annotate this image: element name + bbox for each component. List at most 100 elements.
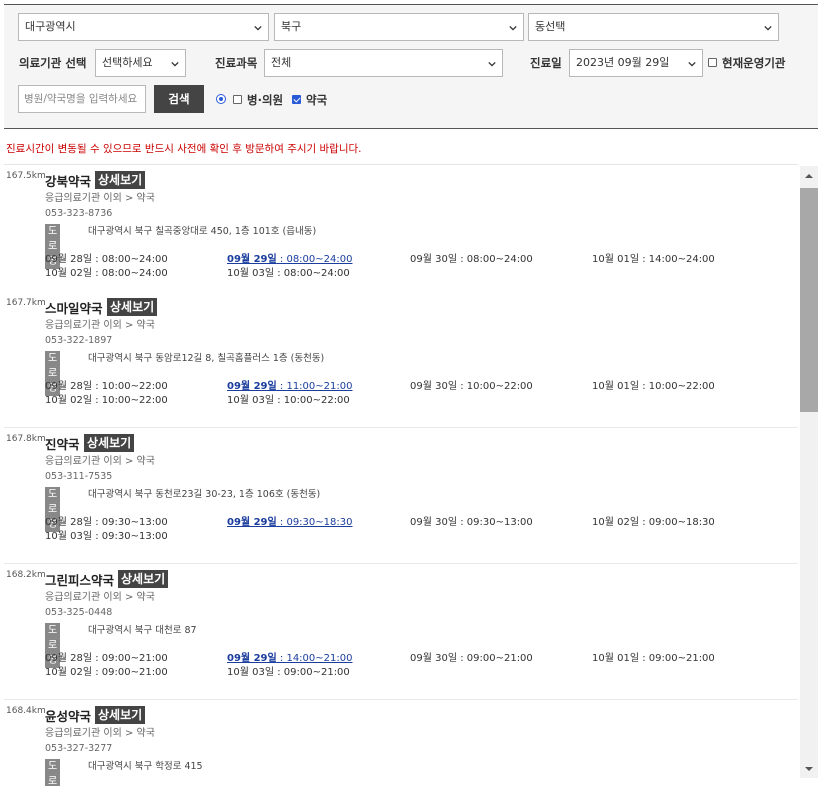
detail-button[interactable]: 상세보기	[84, 434, 135, 452]
hours-time: 08:00~24:00	[101, 268, 168, 279]
hours-time: 10:00~22:00	[648, 381, 715, 392]
distance-label: 168.4km	[6, 706, 48, 717]
day-hours: 09월 28일 : 10:00~22:00	[45, 380, 168, 393]
detail-button[interactable]: 상세보기	[107, 298, 158, 316]
hours-separator: :	[276, 381, 287, 392]
day-hours: 10월 01일 : 09:00~21:00	[592, 652, 715, 665]
hours-day: 10월 01일	[592, 254, 640, 265]
hours-separator: :	[274, 268, 284, 279]
day-hours: 10월 01일 : 10:00~22:00	[592, 380, 715, 393]
detail-button[interactable]: 상세보기	[118, 570, 169, 588]
date-select[interactable]: 2023년 09월 29일	[569, 49, 703, 77]
hours-separator: :	[276, 653, 287, 664]
category-path: 응급의료기관 이외 > 약국	[45, 728, 155, 739]
name-search-input[interactable]: 병원/약국명을 입력하세요	[18, 85, 146, 113]
filter-panel: 대구광역시 북구 동선택 의료기관 선택 선택하세요 진료과목 전체 진료일 2…	[4, 5, 818, 129]
date-select-value: 2023년 09월 29일	[576, 56, 670, 69]
district-select-value: 북구	[281, 20, 302, 33]
address-text: 대구광역시 북구 동천로23길 30-23, 1층 106호 (동천동)	[88, 489, 321, 500]
hours-day: 10월 03일	[227, 667, 275, 678]
hours-day: 09월 29일	[227, 381, 277, 392]
today-hours[interactable]: 09월 29일 : 14:00~21:00	[227, 652, 352, 665]
hours-day: 10월 03일	[227, 268, 275, 279]
hours-separator: :	[276, 254, 287, 265]
chevron-down-icon	[509, 25, 517, 31]
hours-day: 09월 28일	[45, 254, 93, 265]
distance-label: 167.7km	[6, 298, 48, 309]
pharmacy-name[interactable]: 윤성약국	[45, 709, 91, 725]
phone-number: 053-322-1897	[45, 335, 113, 346]
pharmacy-name[interactable]: 스마일약국	[45, 301, 103, 317]
day-hours: 10월 02일 : 08:00~24:00	[45, 267, 168, 280]
hours-separator: :	[639, 254, 649, 265]
hours-day: 10월 02일	[45, 667, 93, 678]
pharmacy-name[interactable]: 그린피스약국	[45, 573, 114, 589]
hours-day: 09월 29일	[227, 254, 277, 265]
hours-separator: :	[276, 517, 287, 528]
hours-separator: :	[639, 653, 649, 664]
hours-separator: :	[92, 395, 102, 406]
date-label: 진료일	[530, 56, 562, 70]
hours-separator: :	[92, 517, 102, 528]
scroll-down-icon[interactable]	[804, 764, 814, 774]
day-hours: 10월 03일 : 09:30~13:00	[45, 530, 168, 543]
dept-select[interactable]: 전체	[264, 49, 503, 77]
dept-select-value: 전체	[271, 56, 292, 69]
pharmacy-search-page: 대구광역시 북구 동선택 의료기관 선택 선택하세요 진료과목 전체 진료일 2…	[0, 0, 828, 799]
hours-separator: :	[92, 254, 102, 265]
result-card: 167.5km 강북약국 상세보기응급의료기관 이외 > 약국 053-323-873…	[4, 165, 798, 301]
detail-button[interactable]: 상세보기	[95, 706, 146, 724]
hours-time: 14:00~24:00	[648, 254, 715, 265]
hospital-type-checkbox[interactable]	[233, 95, 242, 104]
dept-label: 진료과목	[215, 56, 258, 70]
day-hours: 09월 28일 : 09:00~21:00	[45, 652, 168, 665]
city-select[interactable]: 대구광역시	[18, 13, 269, 41]
distance-label: 167.5km	[6, 171, 48, 182]
today-hours[interactable]: 09월 29일 : 08:00~24:00	[227, 253, 352, 266]
today-hours[interactable]: 09월 29일 : 11:00~21:00	[227, 380, 352, 393]
address-text: 대구광역시 북구 동암로12길 8, 칠곡홈플러스 1층 (동천동)	[88, 353, 325, 364]
hours-day: 10월 01일	[592, 381, 640, 392]
result-card: 167.7km 스마일약국 상세보기 응급의료기관 이외 > 약국 053-322-18…	[4, 292, 798, 428]
notice-text: 진료시간이 변동될 수 있으므로 반드시 사전에 확인 후 방문하여 주시기 바…	[6, 143, 362, 155]
hours-day: 10월 02일	[45, 268, 93, 279]
hours-separator: :	[92, 667, 102, 678]
hours-time: 08:00~24:00	[286, 254, 353, 265]
open-now-checkbox[interactable]	[708, 58, 717, 67]
pharmacy-type-label: 약국	[306, 93, 328, 107]
pharmacy-type-checkbox[interactable]	[292, 95, 301, 104]
hours-time: 09:00~21:00	[101, 653, 168, 664]
chevron-down-icon	[488, 61, 496, 67]
road-address-badge: 도로명	[45, 759, 61, 786]
result-card: 167.8km 진약국 상세보기 응급의료기관 이외 > 약국 053-311-7535…	[4, 428, 798, 564]
day-hours: 09월 28일 : 08:00~24:00	[45, 253, 168, 266]
address-text: 대구광역시 북구 대천로 87	[88, 625, 197, 636]
district-select[interactable]: 북구	[274, 13, 524, 41]
day-hours: 10월 01일 : 14:00~24:00	[592, 253, 715, 266]
hours-day: 09월 30일	[410, 381, 458, 392]
pharmacy-name[interactable]: 강북약국	[45, 174, 91, 190]
institution-select[interactable]: 선택하세요	[95, 49, 186, 77]
address-text: 대구광역시 북구 칠곡중앙대로 450, 1층 101호 (읍내동)	[88, 226, 317, 237]
hours-time: 10:00~22:00	[101, 395, 168, 406]
today-hours[interactable]: 09월 29일 : 09:30~18:30	[227, 516, 352, 529]
scrollbar-thumb[interactable]	[800, 188, 818, 412]
detail-button[interactable]: 상세보기	[95, 171, 146, 189]
hours-time: 09:30~13:00	[101, 531, 168, 542]
day-hours: 09월 30일 : 10:00~22:00	[410, 380, 533, 393]
dong-select[interactable]: 동선택	[528, 13, 779, 41]
hours-separator: :	[639, 517, 649, 528]
scrollbar[interactable]	[800, 166, 818, 778]
phone-number: 053-323-8736	[45, 208, 113, 219]
radio-option[interactable]	[216, 94, 226, 104]
category-path: 응급의료기관 이외 > 약국	[45, 193, 155, 204]
category-path: 응급의료기관 이외 > 약국	[45, 456, 155, 467]
day-hours: 09월 30일 : 09:30~13:00	[410, 516, 533, 529]
search-button[interactable]: 검색	[154, 85, 204, 113]
hours-day: 10월 03일	[227, 395, 275, 406]
scroll-up-icon[interactable]	[804, 171, 814, 181]
pharmacy-name[interactable]: 진약국	[45, 437, 80, 453]
hours-separator: :	[639, 381, 649, 392]
hours-separator: :	[92, 381, 102, 392]
distance-label: 167.8km	[6, 434, 48, 445]
